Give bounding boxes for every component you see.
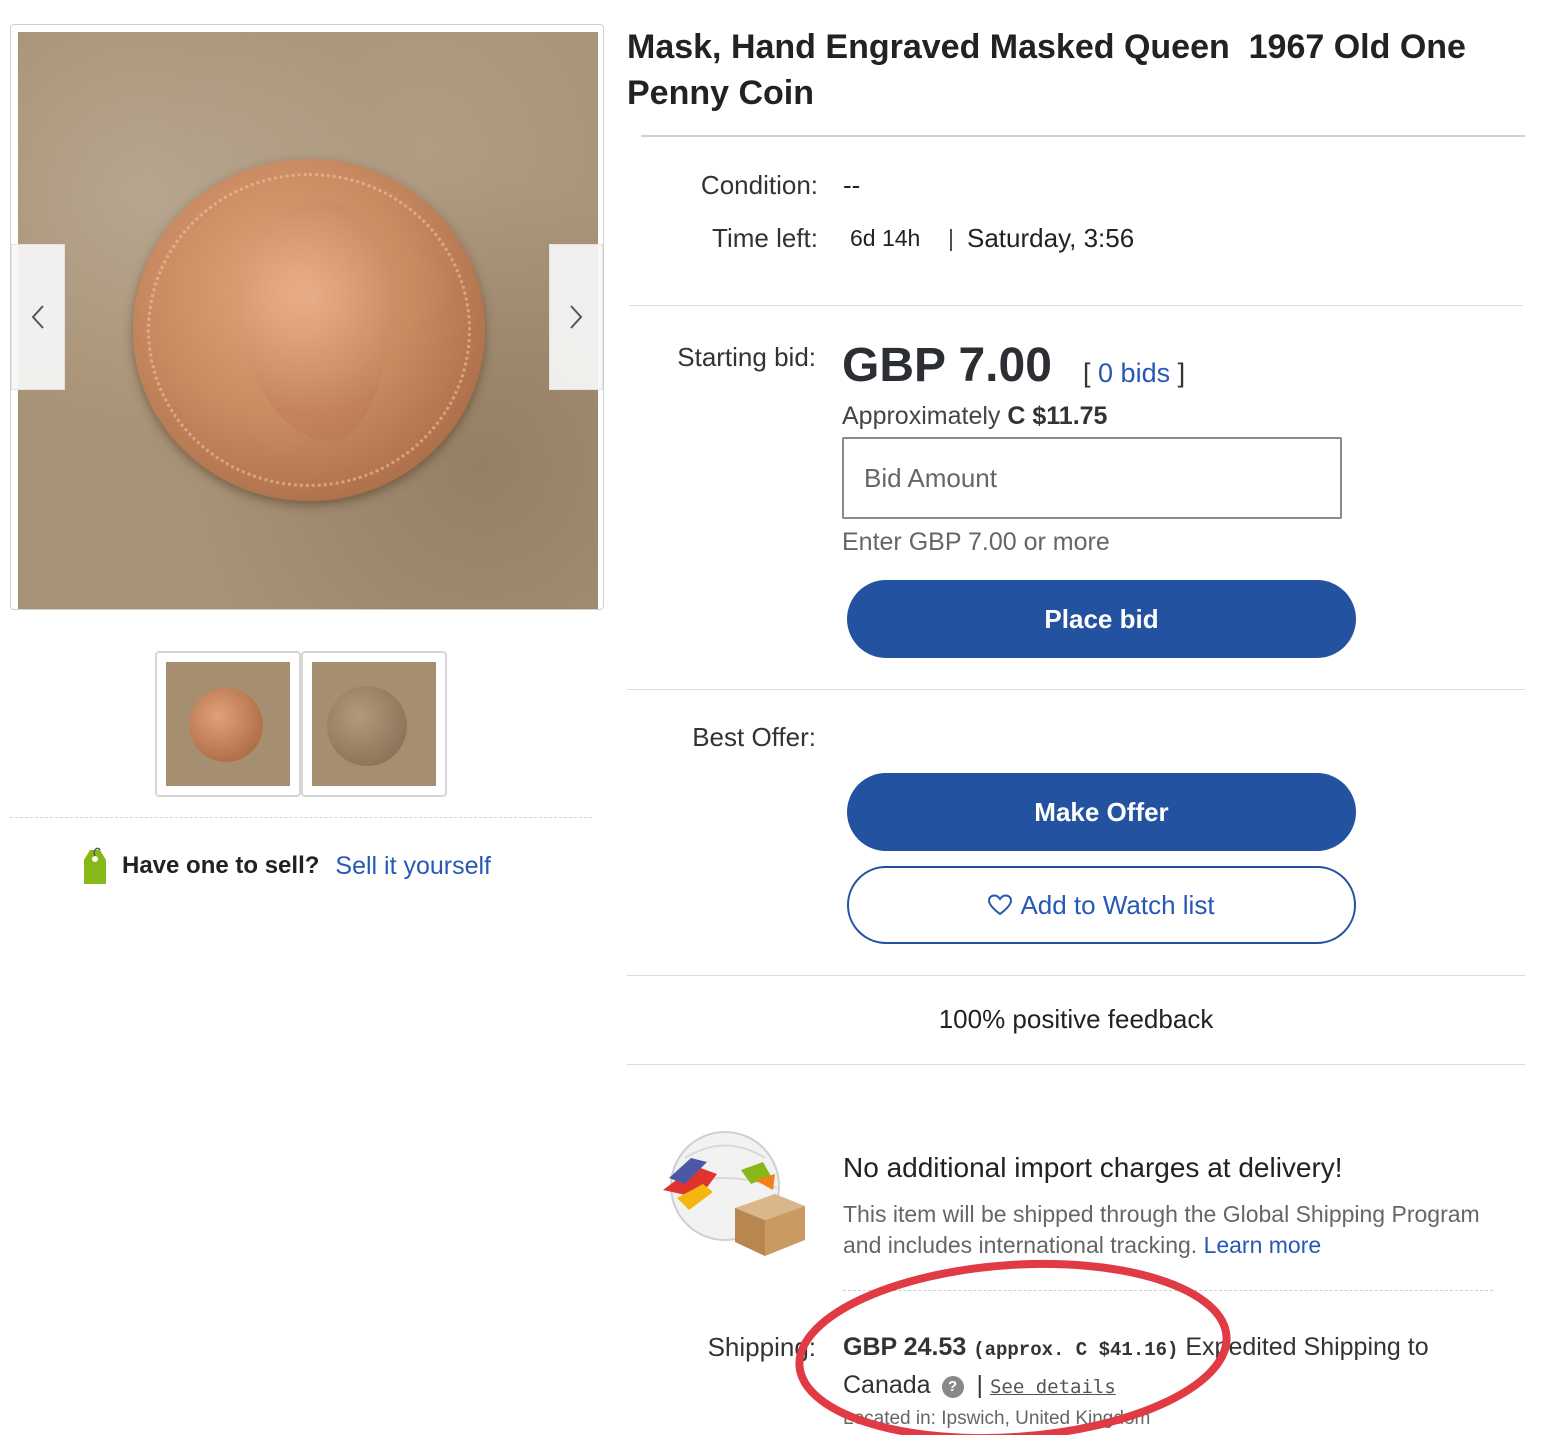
thumbnail-1[interactable]	[155, 651, 301, 797]
learn-more-link[interactable]: Learn more	[1204, 1232, 1322, 1258]
add-to-watchlist-button[interactable]: Add to Watch list	[847, 866, 1356, 944]
condition-label: Condition:	[700, 170, 818, 200]
gallery-next-button[interactable]	[549, 244, 603, 390]
item-location: Located in: Ipswich, United Kingdom	[843, 1408, 1151, 1429]
divider	[10, 817, 592, 818]
time-left-label: Time left:	[712, 223, 818, 253]
bid-count: [ 0 bids ]	[1083, 358, 1186, 388]
item-title: Mask, Hand Engraved Masked Queen 1967 Ol…	[627, 28, 1476, 112]
penny-coin-image	[133, 159, 485, 501]
best-offer-label: Best Offer:	[692, 722, 816, 752]
main-item-photo[interactable]	[10, 24, 604, 610]
thumbnail-2[interactable]	[301, 651, 447, 797]
bid-amount-input[interactable]	[842, 437, 1342, 519]
chevron-left-icon	[31, 305, 44, 329]
sell-it-yourself-link[interactable]: Sell it yourself	[335, 852, 491, 881]
shipping-price: GBP 24.53	[843, 1333, 967, 1361]
divider	[627, 1064, 1525, 1065]
place-bid-button[interactable]: Place bid	[847, 580, 1356, 658]
time-left-value: 6d 14h	[850, 225, 921, 251]
condition-value: --	[843, 170, 861, 200]
shipping-converted-price: (approx. C $41.16)	[973, 1339, 1179, 1361]
divider	[641, 135, 1525, 137]
help-icon[interactable]: ?	[941, 1376, 964, 1398]
coin-front-thumbnail	[189, 688, 263, 762]
divider	[627, 689, 1525, 690]
sell-question: Have one to sell?	[122, 852, 320, 879]
price-tag-icon	[84, 847, 106, 884]
bid-history-link[interactable]: 0 bids	[1098, 358, 1170, 388]
make-offer-button[interactable]: Make Offer	[847, 773, 1356, 851]
shipping-details: GBP 24.53 (approx. C $41.16) Expedited S…	[843, 1333, 1429, 1399]
watch-button-label: Add to Watch list	[1020, 889, 1215, 920]
starting-bid-label: Starting bid:	[677, 342, 816, 372]
sell-promo: Have one to sell? Sell it yourself	[80, 846, 491, 886]
coin-back-thumbnail	[327, 686, 407, 766]
time-separator: |	[948, 225, 954, 251]
gallery-prev-button[interactable]	[11, 244, 65, 390]
current-price: GBP 7.00	[842, 339, 1052, 392]
divider	[843, 1290, 1493, 1291]
divider	[629, 305, 1523, 306]
bid-hint: Enter GBP 7.00 or more	[842, 528, 1110, 556]
heart-icon	[988, 894, 1013, 916]
import-charges-heading: No additional import charges at delivery…	[843, 1152, 1343, 1183]
converted-price: Approximately C $11.75	[842, 402, 1108, 430]
chevron-right-icon	[570, 305, 583, 329]
see-details-link[interactable]: See details	[990, 1376, 1116, 1398]
shipping-label: Shipping:	[707, 1332, 816, 1362]
global-shipping-description: This item will be shipped through the Gl…	[843, 1201, 1480, 1258]
global-shipping-globe-icon	[663, 1131, 805, 1256]
coin-photo	[18, 32, 598, 609]
divider	[627, 975, 1525, 976]
end-time: Saturday, 3:56	[967, 223, 1135, 253]
seller-feedback: 100% positive feedback	[938, 1004, 1214, 1034]
